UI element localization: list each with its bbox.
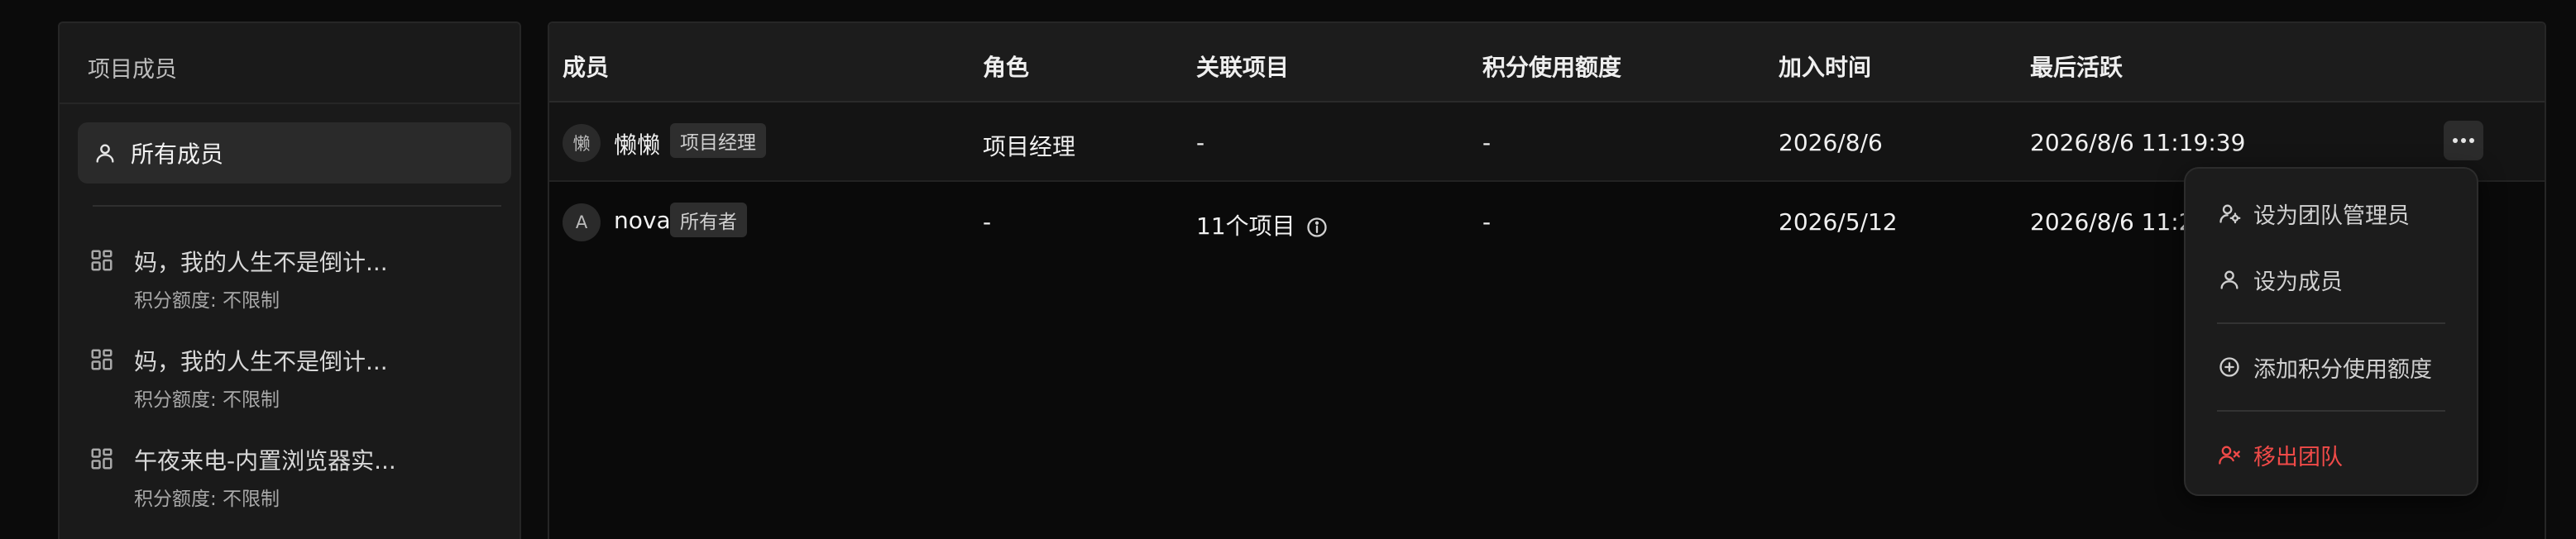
member-name: nova (614, 207, 671, 234)
column-header-projects: 关联项目 (1196, 54, 1290, 81)
project-quota: 积分额度: 不限制 (134, 389, 280, 411)
member-joined: 2026/8/6 (1779, 129, 1883, 156)
project-quota: 积分额度: 不限制 (134, 290, 280, 312)
menu-item-label: 设为团队管理员 (2253, 203, 2410, 229)
sidebar-project-item[interactable]: 妈，我的人生不是倒计... 积分额度: 不限制 (89, 240, 503, 322)
user-gear-icon (2217, 201, 2242, 226)
project-quota: 积分额度: 不限制 (134, 489, 280, 510)
column-header-last-active: 最后活跃 (2030, 54, 2124, 81)
avatar: 懒 (563, 124, 601, 162)
column-header-member: 成员 (563, 54, 610, 81)
user-icon (2217, 267, 2242, 292)
column-header-role: 角色 (983, 54, 1030, 81)
member-last-active: 2026/8/6 11:19:39 (2030, 129, 2246, 156)
page: 项目成员 所有成员 妈，我的人生不是倒计... 积分额度: 不限制 妈，我的人生… (0, 0, 2576, 539)
member-role: 项目经理 (983, 133, 1076, 160)
project-name: 妈，我的人生不是倒计... (134, 348, 388, 375)
sidebar-title: 项目成员 (88, 57, 177, 83)
member-role: - (983, 208, 992, 236)
member-name: 懒懒 (614, 131, 661, 159)
more-dot (2461, 138, 2466, 143)
plus-circle-icon (2217, 355, 2242, 379)
project-grid-icon (89, 347, 116, 374)
avatar: A (563, 203, 601, 241)
role-badge: 项目经理 (670, 123, 766, 158)
member-projects: - (1196, 129, 1205, 156)
project-members-sidebar: 项目成员 所有成员 妈，我的人生不是倒计... 积分额度: 不限制 妈，我的人生… (58, 21, 521, 539)
user-icon (93, 141, 117, 165)
more-actions-button[interactable] (2444, 121, 2483, 160)
menu-item-label: 移出团队 (2253, 444, 2343, 470)
sidebar-item-all-members[interactable]: 所有成员 (78, 122, 511, 184)
more-dot (2453, 138, 2458, 143)
project-grid-icon (89, 248, 116, 274)
menu-item-remove-from-team[interactable]: 移出团队 (2186, 425, 2477, 484)
member-quota: - (1482, 208, 1491, 236)
member-actions-menu: 设为团队管理员 设为成员 添加积分使用额度 移出团队 (2184, 167, 2478, 496)
menu-divider (2217, 410, 2445, 412)
user-remove-icon (2217, 442, 2242, 467)
member-projects-cell: 11个项目 (1196, 208, 1329, 241)
menu-item-label: 设为成员 (2253, 269, 2343, 295)
menu-item-label: 添加积分使用额度 (2253, 356, 2432, 383)
more-dot (2469, 138, 2474, 143)
role-badge: 所有者 (670, 203, 747, 237)
menu-divider (2217, 322, 2445, 324)
menu-item-add-quota[interactable]: 添加积分使用额度 (2186, 337, 2477, 397)
project-name: 午夜来电-内置浏览器实... (134, 447, 396, 475)
member-last-active: 2026/8/6 11:20 (2030, 208, 2209, 236)
menu-item-set-admin[interactable]: 设为团队管理员 (2186, 184, 2477, 243)
table-header: 成员 角色 关联项目 积分使用额度 加入时间 最后活跃 (549, 23, 2545, 103)
sidebar-header-divider (60, 103, 520, 104)
member-joined: 2026/5/12 (1779, 208, 1898, 236)
sidebar-project-item[interactable]: 妈，我的人生不是倒计... 积分额度: 不限制 (89, 339, 503, 422)
project-name: 妈，我的人生不是倒计... (134, 249, 388, 276)
sidebar-project-item[interactable]: 午夜来电-内置浏览器实... 积分额度: 不限制 (89, 438, 503, 521)
info-icon[interactable] (1305, 216, 1329, 239)
column-header-quota: 积分使用额度 (1482, 54, 1622, 81)
sidebar-item-label: 所有成员 (131, 141, 224, 168)
member-quota: - (1482, 129, 1491, 156)
sidebar-divider (93, 205, 501, 207)
column-header-joined: 加入时间 (1779, 54, 1872, 81)
member-projects: 11个项目 (1196, 212, 1295, 240)
project-grid-icon (89, 446, 116, 473)
menu-item-set-member[interactable]: 设为成员 (2186, 250, 2477, 309)
